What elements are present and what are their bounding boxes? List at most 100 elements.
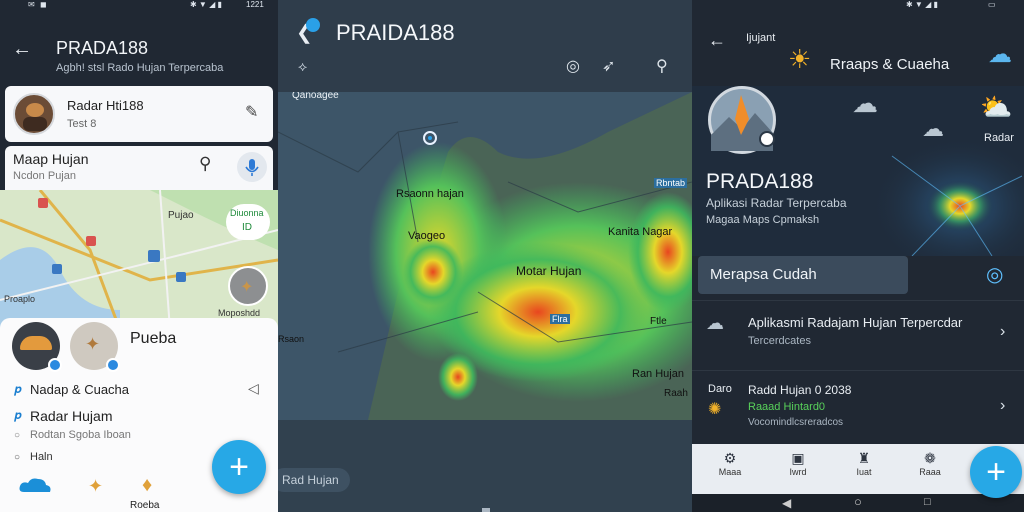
map-label: Rsaon — [278, 334, 305, 344]
status-time: 1221 — [246, 0, 264, 9]
notification-icon: ✉ — [28, 0, 35, 9]
system-nav: ◀ ○ □ — [692, 494, 1024, 512]
list-item-title: Radd Hujan 0 2038 — [748, 383, 852, 397]
radar-swirl-icon[interactable]: ◎ — [986, 262, 1003, 287]
avatar — [13, 93, 55, 135]
nav-icon: ▣ — [791, 450, 805, 466]
street-map[interactable]: Pujao Diuonna ID ✦ Proaplo Moposhdd — [0, 190, 278, 330]
radar-map[interactable]: Qanoagee Rsaonn hajan Vaogeo Kanita Naga… — [278, 92, 692, 420]
map-label: Vaogeo — [408, 230, 446, 242]
map-info-bubble[interactable]: Diuonna ID — [226, 204, 270, 240]
add-button[interactable]: + — [970, 446, 1022, 498]
nav-icon: ❁ — [924, 450, 936, 466]
right-panel: ✱ ▼ ◢ ▮ ▭ ← Ijujant ☀ Rraaps & Cuaeha ☁ … — [692, 0, 1024, 512]
home-nav-icon[interactable]: ○ — [854, 494, 862, 509]
notification-icon-2: ◼ — [40, 0, 47, 9]
nav-title: Ijujant — [746, 32, 776, 44]
chip-label: Rad Hujan — [282, 473, 339, 487]
nav-item[interactable]: ⚙ Maaa — [712, 450, 748, 477]
highlight-button[interactable]: Merapsa Cudah — [698, 256, 908, 294]
map-label: Pujao — [168, 210, 194, 221]
sheet-row[interactable]: Haln — [30, 451, 53, 463]
app-title: Rraaps & Cuaeha — [830, 56, 950, 73]
avatar[interactable] — [12, 322, 62, 372]
sunburst-icon: ✺ — [708, 401, 722, 418]
layers-icon[interactable]: ⟡ — [298, 58, 307, 75]
list-item[interactable]: ☁ Aplikasmi Radajam Hujan Terpercdar Ter… — [692, 300, 1024, 370]
signal-icons: ✱ ▼ ◢ ▮ — [190, 0, 222, 9]
camera-icon[interactable]: ◎ — [566, 56, 580, 76]
profile-avatar[interactable] — [708, 86, 776, 154]
map-label: Ran Hujan — [632, 368, 684, 380]
search-icon[interactable]: ⚲ — [199, 154, 211, 174]
highlight-label: Merapsa Cudah — [710, 266, 817, 283]
status-bar: ✉ ◼ ✱ ▼ ◢ ▮ 1221 — [0, 0, 278, 10]
footer-label: Roeba — [130, 500, 160, 511]
list-item-title: Aplikasmi Radajam Hujan Terpercdar — [748, 315, 963, 330]
recents-nav-icon[interactable]: □ — [924, 496, 931, 508]
left-panel: ✉ ◼ ✱ ▼ ◢ ▮ 1221 ← PRADA188 Agbh! stsl R… — [0, 0, 278, 512]
cloud-icon: ☁ — [922, 116, 944, 141]
cloud-icon: ☁ — [852, 88, 878, 118]
chevron-right-icon[interactable]: › — [1000, 397, 1005, 415]
map-label: Kanita Nagar — [608, 226, 673, 238]
map-label: Ftle — [650, 316, 667, 327]
center-panel: ❮ PRAIDA188 ⟡ ◎ ➶ ⚲ Qanoagee Rsaonn haja… — [278, 0, 692, 512]
signal-icons: ✱ ▼ ◢ ▮ — [906, 0, 938, 9]
nav-item[interactable]: ▣ Iwrd — [780, 450, 816, 477]
nav-item[interactable]: ❁ Raaa — [912, 450, 948, 477]
logo-icon — [306, 18, 320, 32]
search-input[interactable]: Maap Hujan — [13, 151, 89, 167]
star-icon[interactable]: ♦ — [142, 474, 152, 497]
map-label: Flra — [550, 314, 570, 324]
back-arrow-icon[interactable]: ← — [12, 38, 32, 61]
share-icon[interactable]: ◁ — [248, 380, 259, 397]
avatar[interactable]: ✦ — [70, 322, 120, 372]
cloud-icon: ☁ — [706, 313, 724, 333]
sheet-row[interactable]: Rodtan Sgoba Iboan — [30, 429, 131, 441]
profile-name: PRADA188 — [706, 170, 814, 193]
map-label: Moposhdd — [218, 308, 261, 318]
pin-icon: 𝒑 — [14, 408, 22, 422]
search-bar[interactable]: Maap Hujan Ncdon Pujan ⚲ — [5, 146, 273, 190]
sun-icon: ☀ — [788, 44, 812, 74]
battery-icon: ▭ — [988, 0, 996, 9]
radar-chip[interactable]: Rad Hujan — [278, 468, 350, 492]
edit-icon[interactable]: ✎ — [245, 102, 258, 122]
sheet-row[interactable]: Nadap & Cuacha — [30, 382, 129, 397]
back-arrow-icon[interactable]: ← — [708, 30, 726, 51]
nav-icon: ♜ — [857, 450, 871, 466]
microphone-icon[interactable] — [237, 152, 267, 182]
pin-icon: 𝒑 — [14, 382, 22, 396]
sheet-row[interactable]: Radar Hujam — [30, 408, 112, 424]
location-icon[interactable]: ⚲ — [656, 56, 668, 76]
home-indicator — [482, 508, 490, 512]
verified-badge-icon — [759, 131, 775, 147]
nav-item[interactable]: ♜ Iuat — [846, 450, 882, 477]
add-button[interactable]: + — [212, 440, 266, 494]
profile-card[interactable]: Radar Hti188 Test 8 ✎ — [5, 86, 273, 142]
app-subtitle: Agbh! stsl Rado Hujan Terpercaba — [56, 62, 224, 74]
search-placeholder: Ncdon Pujan — [13, 170, 76, 182]
send-icon[interactable]: ➶ — [602, 56, 615, 76]
sun-icon[interactable]: ✦ — [88, 476, 103, 497]
nav-icon: ⚙ — [723, 450, 737, 466]
location-avatar[interactable]: ✦ — [228, 266, 268, 306]
list-item-status: Raaad Hintard0 — [748, 401, 826, 413]
map-label: Motar Hujan — [516, 264, 582, 278]
profile-name: Radar Hti188 — [67, 98, 144, 113]
back-nav-icon[interactable]: ◀ — [782, 496, 791, 510]
map-label: Proaplo — [4, 294, 36, 304]
list-item-subtitle: Vocomindlcsreradcos — [748, 417, 844, 428]
status-bar: ✱ ▼ ◢ ▮ ▭ — [692, 0, 1024, 10]
dot-icon: ○ — [14, 430, 21, 441]
map-label: Rsaonn hajan — [396, 188, 464, 200]
cloud-icon[interactable] — [18, 476, 52, 496]
app-title: PRAIDA188 — [336, 20, 455, 45]
chevron-right-icon[interactable]: › — [1000, 323, 1005, 341]
header: ❮ PRAIDA188 ⟡ ◎ ➶ ⚲ — [278, 0, 692, 92]
settings-gear-icon[interactable]: ☁ — [988, 40, 1012, 69]
list-item-prefix: Daro — [708, 383, 732, 395]
hero-area: ☁ ☁ ⛅ Radar PRADA188 Aplikasi Radar Terp… — [692, 86, 1024, 256]
list-item[interactable]: Daro ✺ Radd Hujan 0 2038 Raaad Hintard0 … — [692, 370, 1024, 444]
